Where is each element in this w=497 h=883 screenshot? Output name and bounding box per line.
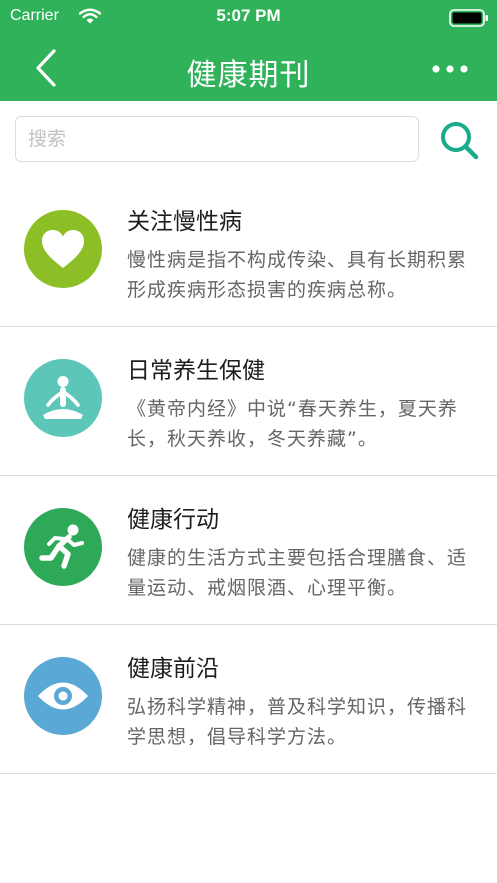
search-input[interactable] [15,116,419,162]
item-title: 健康行动 [127,507,219,533]
battery-icon [449,9,488,27]
item-title: 关注慢性病 [127,209,242,235]
eye-icon [24,657,102,735]
list-item[interactable]: 关注慢性病 慢性病是指不构成传染、具有长期积累形成疾病形态损害的疾病总称。 [0,178,497,327]
item-description: 健康的生活方式主要包括合理膳食、适量运动、戒烟限酒、心理平衡。 [127,547,468,599]
more-dots-icon [432,65,468,73]
status-bar: Carrier 5:07 PM [0,0,497,36]
item-description: 《黄帝内经》中说“春天养生，夏天养长，秋天养收，冬天养藏”。 [127,398,458,450]
list-item[interactable]: 日常养生保健 《黄帝内经》中说“春天养生，夏天养长，秋天养收，冬天养藏”。 [0,327,497,476]
heart-icon [24,210,102,288]
running-icon [24,508,102,586]
meditation-icon [24,359,102,437]
search-icon [441,122,479,160]
item-description: 弘扬科学精神，普及科学知识，传播科学思想，倡导科学方法。 [127,696,468,748]
page-title: 健康期刊 [186,58,311,93]
app-header: Carrier 5:07 PM 健康期刊 [0,0,497,101]
item-title: 日常养生保健 [127,358,265,384]
item-description: 慢性病是指不构成传染、具有长期积累形成疾病形态损害的疾病总称。 [127,249,468,301]
search-button[interactable] [434,115,484,165]
status-time: 5:07 PM [216,6,281,25]
item-title: 健康前沿 [127,656,219,682]
nav-bar: 健康期刊 [0,36,497,101]
journal-list: 关注慢性病 慢性病是指不构成传染、具有长期积累形成疾病形态损害的疾病总称。 日常… [0,178,497,774]
list-item[interactable]: 健康前沿 弘扬科学精神，普及科学知识，传播科学思想，倡导科学方法。 [0,625,497,774]
list-item[interactable]: 健康行动 健康的生活方式主要包括合理膳食、适量运动、戒烟限酒、心理平衡。 [0,476,497,625]
more-button[interactable] [426,54,474,84]
